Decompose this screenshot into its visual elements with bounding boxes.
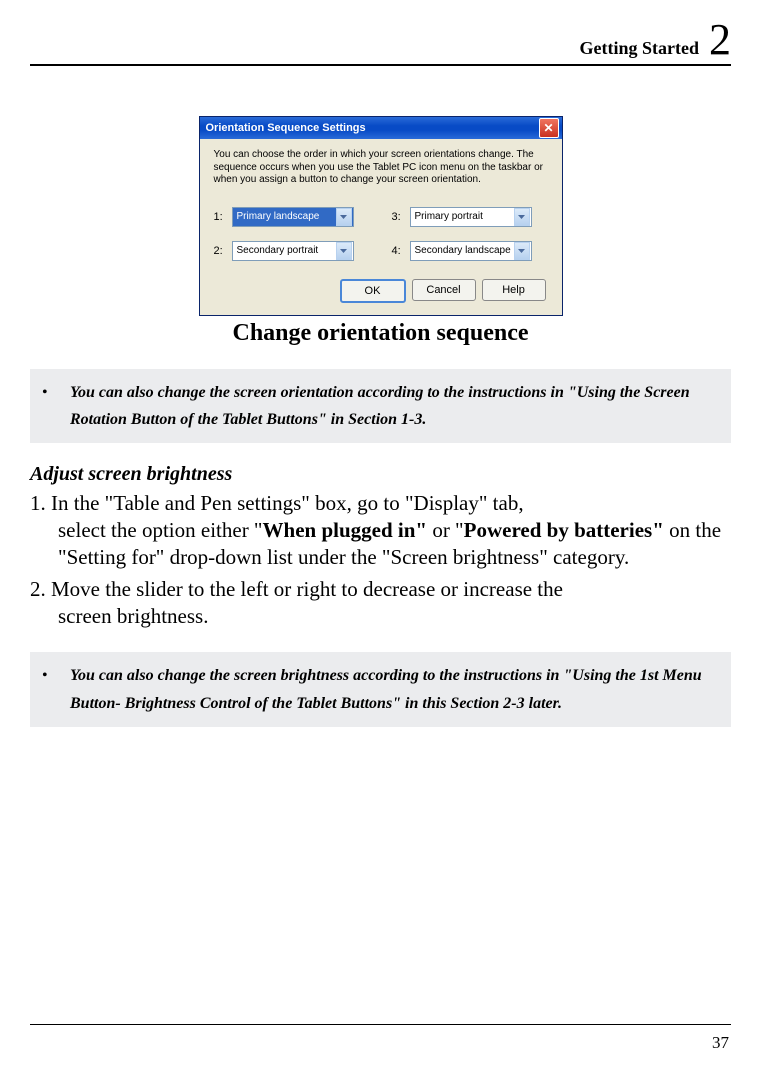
combo-2[interactable]: Secondary portrait bbox=[232, 241, 354, 261]
chevron-down-icon bbox=[514, 242, 530, 260]
cancel-button[interactable]: Cancel bbox=[412, 279, 476, 301]
step-1-line-1: 1. In the "Table and Pen settings" box, … bbox=[30, 490, 731, 517]
combo-4-value: Secondary landscape bbox=[411, 242, 514, 260]
note-box-1: • You can also change the screen orienta… bbox=[30, 369, 731, 443]
page-header: Getting Started 2 bbox=[30, 18, 731, 66]
combo-1[interactable]: Primary landscape bbox=[232, 207, 354, 227]
note-box-2: • You can also change the screen brightn… bbox=[30, 652, 731, 726]
step-1-continuation: select the option either "When plugged i… bbox=[30, 517, 731, 572]
combo-1-value: Primary landscape bbox=[233, 208, 336, 226]
dialog-body: You can choose the order in which your s… bbox=[200, 139, 562, 315]
sequence-row-2: 2: Secondary portrait 4: bbox=[214, 241, 548, 261]
dialog-button-row: OK Cancel Help bbox=[214, 279, 548, 303]
bullet-icon: • bbox=[42, 662, 70, 716]
chevron-down-icon bbox=[336, 208, 352, 226]
instructions: 1. In the "Table and Pen settings" box, … bbox=[30, 490, 731, 630]
ok-button[interactable]: OK bbox=[340, 279, 406, 303]
close-button[interactable]: ✕ bbox=[539, 118, 559, 138]
label-3: 3: bbox=[392, 211, 410, 223]
close-icon: ✕ bbox=[543, 121, 553, 135]
dialog-description: You can choose the order in which your s… bbox=[214, 149, 548, 187]
step-1: 1. In the "Table and Pen settings" box, … bbox=[30, 490, 731, 572]
combo-2-value: Secondary portrait bbox=[233, 242, 336, 260]
figure-caption: Change orientation sequence bbox=[30, 320, 731, 347]
label-2: 2: bbox=[214, 245, 232, 257]
bold-powered-by-batteries: Powered by batteries" bbox=[464, 518, 664, 542]
label-4: 4: bbox=[392, 245, 410, 257]
bold-plugged-in: When plugged in" bbox=[263, 518, 428, 542]
chevron-down-icon bbox=[514, 208, 530, 226]
label-1: 1: bbox=[214, 211, 232, 223]
footer-rule bbox=[30, 1024, 731, 1025]
dialog-titlebar: Orientation Sequence Settings ✕ bbox=[200, 117, 562, 139]
combo-3[interactable]: Primary portrait bbox=[410, 207, 532, 227]
step-2-line-1: 2. Move the slider to the left or right … bbox=[30, 576, 731, 603]
note-2-text: You can also change the screen brightnes… bbox=[70, 662, 719, 716]
header-title: Getting Started bbox=[580, 38, 699, 59]
subheading-brightness: Adjust screen brightness bbox=[30, 463, 731, 486]
step-2-continuation: screen brightness. bbox=[30, 603, 731, 630]
bullet-icon: • bbox=[42, 379, 70, 433]
page-number: 37 bbox=[712, 1033, 729, 1053]
header-chapter-number: 2 bbox=[709, 18, 731, 62]
chevron-down-icon bbox=[336, 242, 352, 260]
help-button[interactable]: Help bbox=[482, 279, 546, 301]
combo-4[interactable]: Secondary landscape bbox=[410, 241, 532, 261]
sequence-row-1: 1: Primary landscape 3: bbox=[214, 207, 548, 227]
orientation-sequence-dialog: Orientation Sequence Settings ✕ You can … bbox=[199, 116, 563, 316]
step-2: 2. Move the slider to the left or right … bbox=[30, 576, 731, 631]
combo-3-value: Primary portrait bbox=[411, 208, 514, 226]
note-1-text: You can also change the screen orientati… bbox=[70, 379, 719, 433]
dialog-title: Orientation Sequence Settings bbox=[206, 122, 366, 134]
